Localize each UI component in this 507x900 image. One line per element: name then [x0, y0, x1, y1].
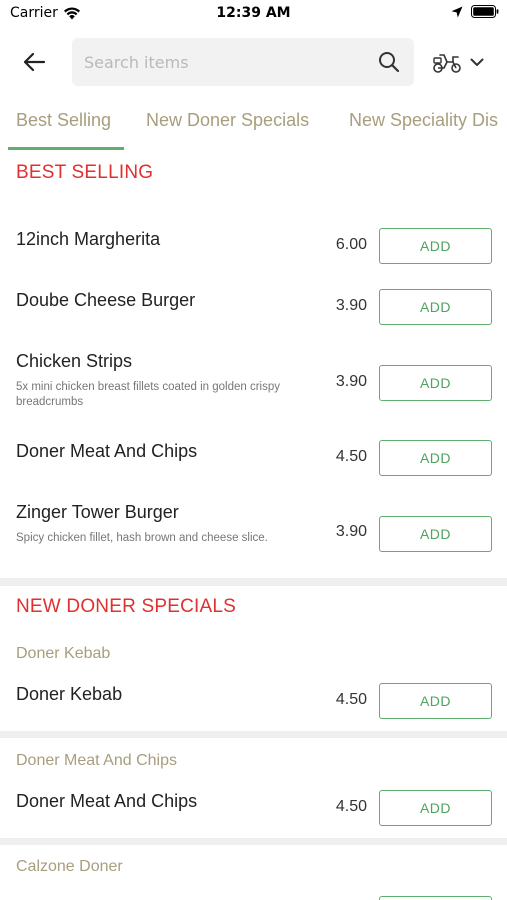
chevron-down-icon [470, 58, 484, 66]
group-divider [0, 731, 507, 738]
item-name: Doner Meat And Chips [16, 791, 198, 811]
item-name: Doube Cheese Burger [16, 290, 196, 310]
group-divider [0, 838, 507, 845]
back-button[interactable] [14, 44, 54, 80]
section-divider [0, 578, 507, 586]
section-title-new-doner-specials: NEW DONER SPECIALS [16, 596, 237, 617]
search-input[interactable] [84, 38, 364, 86]
item-price: 3.90 [335, 373, 367, 390]
item-price: 4.50 [335, 798, 367, 815]
battery-icon [471, 5, 499, 18]
item-price: 4.50 [335, 691, 367, 708]
tab-best-selling[interactable]: Best Selling [16, 110, 111, 131]
item-group-title: Calzone Doner [16, 858, 123, 875]
item-price: 4.50 [335, 448, 367, 465]
item-name: Chicken Strips [16, 351, 133, 371]
add-button[interactable] [379, 896, 492, 900]
item-description: 5x mini chicken breast fillets coated in… [16, 381, 280, 408]
delivery-mode-selector[interactable] [432, 48, 492, 76]
status-right [451, 5, 499, 18]
add-button[interactable]: ADD [379, 228, 492, 264]
active-tab-indicator [8, 147, 124, 150]
item-description: Spicy chicken fillet, hash brown and che… [16, 532, 268, 544]
add-button[interactable]: ADD [379, 440, 492, 476]
arrow-left-icon [23, 52, 46, 72]
section-title-best-selling: BEST SELLING [16, 162, 154, 183]
tab-new-doner-specials[interactable]: New Doner Specials [146, 110, 309, 131]
add-button[interactable]: ADD [379, 365, 492, 401]
item-price: 3.90 [335, 523, 367, 540]
tab-new-speciality-dishes[interactable]: New Speciality Dis [349, 110, 498, 131]
location-arrow-icon [451, 6, 463, 17]
item-name: 12inch Margherita [16, 229, 161, 249]
item-name: Doner Meat And Chips [16, 441, 198, 461]
search-box[interactable] [72, 38, 414, 86]
scooter-icon [433, 54, 461, 73]
search-icon[interactable] [378, 51, 400, 73]
item-group-title: Doner Meat And Chips [16, 752, 177, 769]
add-button[interactable]: ADD [379, 683, 492, 719]
item-name: Doner Kebab [16, 684, 123, 704]
item-group-title: Doner Kebab [16, 645, 111, 662]
status-bar: Carrier 12:39 AM [0, 0, 507, 30]
top-bar [0, 36, 507, 88]
add-button[interactable]: ADD [379, 289, 492, 325]
status-time: 12:39 AM [216, 5, 291, 21]
item-name: Zinger Tower Burger [16, 502, 179, 522]
add-button[interactable]: ADD [379, 790, 492, 826]
add-button[interactable]: ADD [379, 516, 492, 552]
item-price: 3.90 [335, 297, 367, 314]
item-price: 6.00 [335, 236, 367, 253]
category-tabs: Best Selling New Doner Specials New Spec… [0, 104, 507, 152]
